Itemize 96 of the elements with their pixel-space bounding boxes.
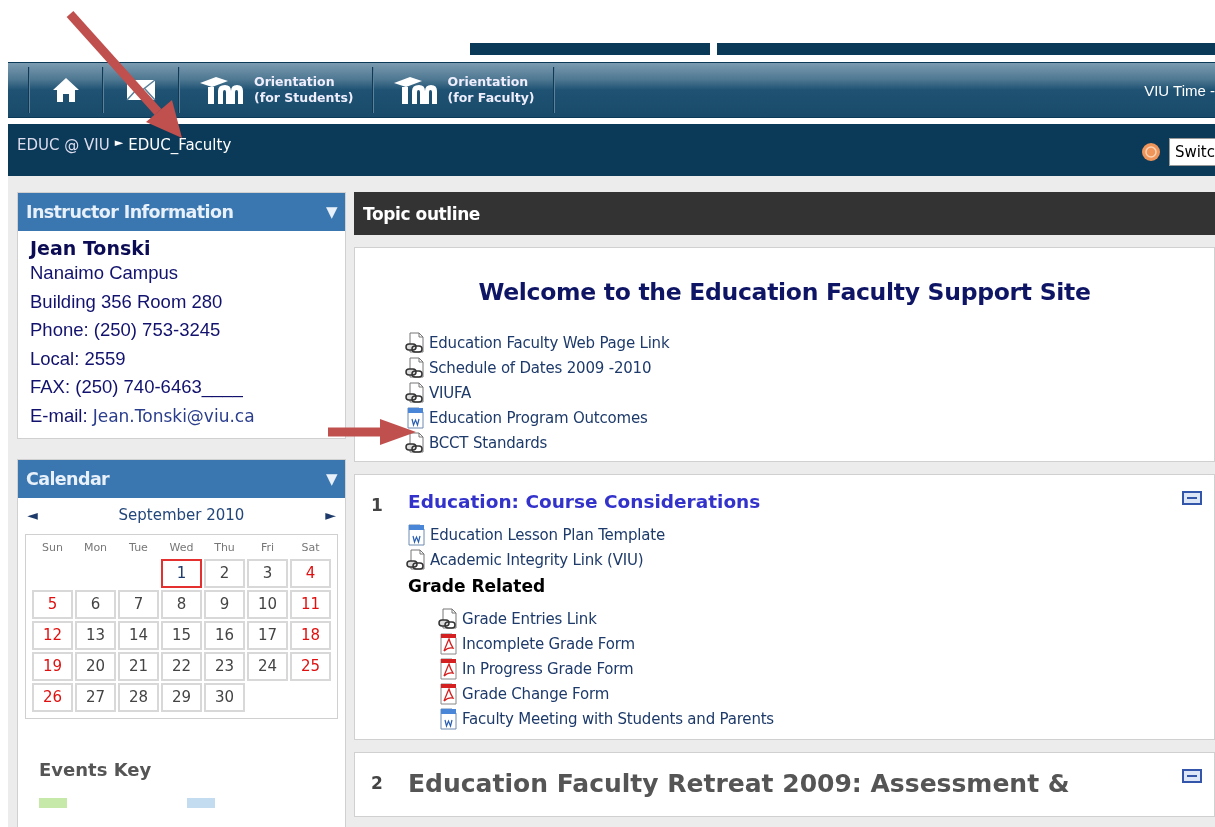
calendar-day[interactable]: 12	[32, 621, 73, 650]
calendar-day[interactable]: 6	[75, 590, 116, 619]
events-key-title: Events Key	[39, 759, 153, 780]
info-line: Phone: (250) 753-3245	[30, 318, 222, 342]
month-title: September 2010	[118, 506, 245, 524]
previous-month-button[interactable]: ◄	[27, 507, 38, 523]
info-line: Nanaimo Campus	[30, 261, 180, 285]
calendar-day[interactable]: 26	[32, 683, 73, 712]
resource-link[interactable]: BCCT Standards	[429, 433, 548, 452]
orientation-link[interactable]: Orientation (for Faculty)	[373, 67, 553, 113]
pdf-file-icon	[438, 682, 458, 705]
info-line: Local: 2559	[30, 346, 127, 371]
link-file-icon	[438, 607, 458, 630]
resource-link[interactable]: Education Faculty Web Page Link	[429, 333, 670, 352]
collapse-icon[interactable]	[1182, 769, 1202, 783]
collapse-toggle[interactable]: ▼	[326, 203, 337, 221]
calendar-day[interactable]: 14	[118, 621, 159, 650]
link-file-icon	[406, 548, 426, 571]
mortarboard-icon	[198, 75, 244, 105]
calendar-day[interactable]: 7	[118, 590, 159, 619]
calendar-day[interactable]: 3	[247, 559, 288, 588]
link-file-icon	[405, 431, 425, 454]
calendar-day[interactable]: 23	[204, 652, 245, 681]
resource-link[interactable]: Academic Integrity Link (VIU)	[430, 550, 644, 569]
calendar-day[interactable]: 30	[204, 683, 245, 712]
calendar-day[interactable]: 8	[161, 590, 202, 619]
weekday-label: Fri	[259, 540, 276, 556]
calendar-day[interactable]: 15	[161, 621, 202, 650]
calendar-day[interactable]: 9	[204, 590, 245, 619]
time-label: VIU Time -	[1144, 81, 1215, 99]
breadcrumb-link[interactable]: EDUC_Faculty	[128, 136, 232, 154]
link-file-icon	[405, 331, 425, 354]
collapse-icon[interactable]	[1182, 491, 1202, 505]
email-label: E-mail:	[30, 404, 89, 426]
resource-link[interactable]: In Progress Grade Form	[462, 659, 634, 678]
section-number: 2	[371, 772, 384, 795]
document-icon	[438, 707, 458, 730]
resource-link[interactable]: Schedule of Dates 2009 -2010	[429, 358, 652, 377]
block-title: Calendar	[26, 469, 111, 489]
document-icon	[406, 523, 426, 546]
calendar-day[interactable]: 24	[247, 652, 288, 681]
weekday-label: Sun	[41, 540, 64, 556]
section-heading[interactable]: Education: Course Considerations	[408, 491, 1214, 512]
calendar-day[interactable]: 1	[161, 559, 202, 588]
calendar-day[interactable]: 19	[32, 652, 73, 681]
calendar-day[interactable]: 4	[290, 559, 331, 588]
calendar-day[interactable]: 17	[247, 621, 288, 650]
calendar-day[interactable]: 18	[290, 621, 331, 650]
weekday-label: Sat	[300, 540, 321, 556]
resource-link[interactable]: Education Lesson Plan Template	[430, 525, 665, 544]
resource-link[interactable]: Incomplete Grade Form	[462, 634, 635, 653]
calendar-day[interactable]: 25	[290, 652, 331, 681]
section-number: 1	[371, 494, 384, 517]
resource-link[interactable]: VIUFA	[429, 383, 472, 402]
switch-role-select[interactable]: Switc	[1168, 138, 1215, 166]
calendar-day[interactable]: 29	[161, 683, 202, 712]
info-line: FAX: (250) 740-6463____	[30, 375, 244, 400]
topic-outline-header: Topic outline	[354, 192, 1215, 235]
document-icon	[405, 406, 425, 429]
calendar-day[interactable]: 5	[32, 590, 73, 619]
instructor-name: Jean Tonski	[30, 237, 152, 259]
resource-link[interactable]: Grade Change Form	[462, 684, 610, 703]
breadcrumb-link[interactable]: EDUC @ VIU	[17, 136, 110, 154]
link-file-icon	[405, 381, 425, 404]
help-circle-icon	[1140, 142, 1161, 162]
calendar-day[interactable]: 11	[290, 590, 331, 619]
subheading: Grade Related	[408, 575, 547, 598]
weekday-label: Thu	[213, 540, 236, 556]
breadcrumb-separator: ►	[114, 136, 124, 149]
section-heading: Education Faculty Retreat 2009: Assessment &	[408, 769, 1070, 798]
welcome-heading: Welcome to the Education Faculty Support Site	[477, 278, 1092, 306]
resource-link[interactable]: Grade Entries Link	[462, 609, 597, 628]
calendar-day[interactable]: 20	[75, 652, 116, 681]
calendar-day[interactable]: 16	[204, 621, 245, 650]
calendar-day[interactable]: 27	[75, 683, 116, 712]
weekday-label: Tue	[128, 540, 149, 556]
calendar-day[interactable]: 22	[161, 652, 202, 681]
calendar-day[interactable]: 10	[247, 590, 288, 619]
pdf-file-icon	[438, 657, 458, 680]
calendar-day[interactable]: 13	[75, 621, 116, 650]
calendar-day[interactable]: 28	[118, 683, 159, 712]
email-link[interactable]: Jean.Tonski@viu.ca	[92, 405, 255, 426]
weekday-label: Wed	[168, 540, 195, 556]
weekday-label: Mon	[82, 540, 109, 556]
block-title: Instructor Information	[26, 202, 235, 222]
next-month-button[interactable]: ►	[325, 507, 336, 523]
calendar-day[interactable]: 2	[204, 559, 245, 588]
collapse-toggle[interactable]: ▼	[326, 470, 337, 488]
info-line: Building 356 Room 280	[30, 289, 224, 314]
home-icon	[52, 77, 80, 103]
resource-link[interactable]: Education Program Outcomes	[429, 408, 648, 427]
resource-link[interactable]: Faculty Meeting with Students and Parents	[462, 709, 774, 728]
orientation-link[interactable]: Orientation (for Students)	[180, 67, 372, 113]
calendar-day[interactable]: 21	[118, 652, 159, 681]
link-file-icon	[405, 356, 425, 379]
pdf-file-icon	[438, 632, 458, 655]
